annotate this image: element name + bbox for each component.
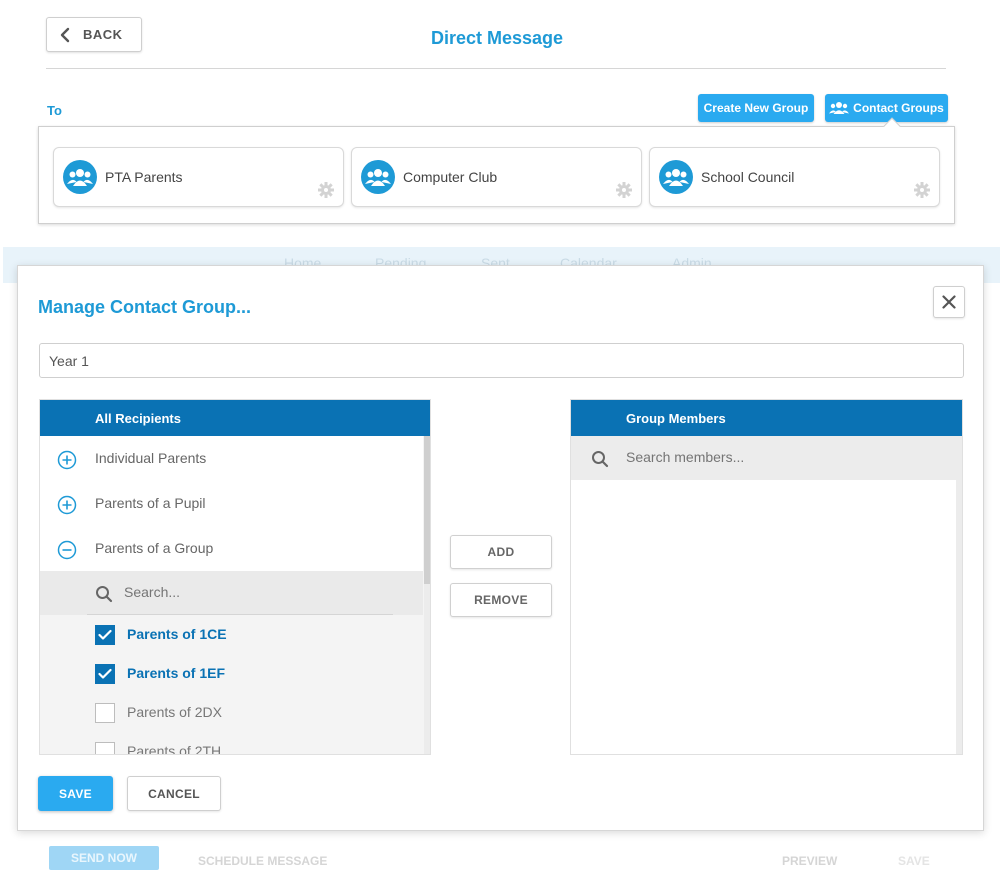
cancel-button[interactable]: CANCEL — [127, 776, 221, 811]
gear-icon[interactable] — [615, 181, 633, 199]
group-search-input[interactable] — [124, 584, 384, 600]
users-icon — [361, 160, 395, 194]
members-scrollbar-track[interactable] — [956, 480, 962, 754]
tree-item-label: Parents of a Pupil — [95, 495, 206, 511]
group-option-label: Parents of 1CE — [127, 626, 227, 642]
group-option-2dx[interactable]: Parents of 2DX — [40, 693, 423, 732]
save-button[interactable]: SAVE — [38, 776, 113, 811]
checkbox-checked[interactable] — [95, 664, 115, 684]
send-now-button[interactable]: SEND NOW — [49, 846, 159, 870]
checkbox-unchecked[interactable] — [95, 742, 115, 754]
search-icon — [592, 451, 609, 468]
group-members-header: Group Members — [571, 400, 962, 436]
schedule-message-button[interactable]: SCHEDULE MESSAGE — [198, 854, 327, 868]
group-card-pta-parents[interactable]: PTA Parents — [53, 147, 344, 207]
to-label: To — [47, 103, 62, 118]
group-card-label: PTA Parents — [105, 169, 183, 185]
group-option-label: Parents of 1EF — [127, 665, 226, 681]
manage-contact-group-modal: Manage Contact Group... All Recipients I… — [17, 265, 984, 831]
checkbox-unchecked[interactable] — [95, 703, 115, 723]
users-icon — [659, 160, 693, 194]
collapse-minus-icon[interactable] — [57, 540, 77, 560]
save-message-button[interactable]: SAVE — [898, 854, 930, 868]
preview-button[interactable]: PREVIEW — [782, 854, 837, 868]
page-title: Direct Message — [430, 28, 564, 48]
check-icon — [98, 629, 112, 640]
expand-plus-icon[interactable] — [57, 450, 77, 470]
header-divider — [46, 68, 946, 69]
group-search-bar — [40, 571, 423, 615]
close-icon — [942, 295, 956, 309]
background-action-bar: SEND NOW SCHEDULE MESSAGE PREVIEW SAVE — [0, 832, 1000, 870]
gear-icon[interactable] — [913, 181, 931, 199]
remove-button[interactable]: REMOVE — [450, 583, 552, 617]
tree-item-parents-of-a-group[interactable]: Parents of a Group — [40, 526, 423, 571]
modal-title: Manage Contact Group... — [38, 297, 252, 317]
create-new-group-button[interactable]: Create New Group — [698, 94, 814, 122]
members-search-bar — [571, 436, 962, 480]
recipients-scrollbar-thumb[interactable] — [424, 436, 430, 584]
group-card-computer-club[interactable]: Computer Club — [351, 147, 642, 207]
group-name-input[interactable] — [39, 343, 964, 378]
gear-icon[interactable] — [317, 181, 335, 199]
group-option-label: Parents of 2DX — [127, 704, 222, 720]
tree-item-individual-parents[interactable]: Individual Parents — [40, 436, 423, 481]
checkbox-checked[interactable] — [95, 625, 115, 645]
add-button[interactable]: ADD — [450, 535, 552, 569]
members-list — [571, 480, 956, 754]
group-card-school-council[interactable]: School Council — [649, 147, 940, 207]
contact-groups-label: Contact Groups — [853, 101, 944, 115]
group-option-2th[interactable]: Parents of 2TH — [40, 732, 423, 755]
users-icon — [829, 102, 850, 114]
all-recipients-header: All Recipients — [40, 400, 430, 436]
users-icon — [63, 160, 97, 194]
check-icon — [98, 668, 112, 679]
contact-groups-button[interactable]: Contact Groups — [825, 94, 948, 122]
group-card-label: School Council — [701, 169, 795, 185]
expand-plus-icon[interactable] — [57, 495, 77, 515]
group-option-1ef[interactable]: Parents of 1EF — [40, 654, 423, 693]
tree-item-label: Individual Parents — [95, 450, 207, 466]
tree-item-parents-of-a-pupil[interactable]: Parents of a Pupil — [40, 481, 423, 526]
group-members-panel: Group Members — [570, 399, 963, 755]
group-card-label: Computer Club — [403, 169, 498, 185]
search-icon — [96, 586, 113, 603]
group-option-1ce[interactable]: Parents of 1CE — [40, 615, 423, 654]
group-option-label: Parents of 2TH — [127, 743, 222, 755]
all-recipients-panel: All Recipients Individual Parents Parent… — [39, 399, 431, 755]
close-button[interactable] — [933, 286, 965, 318]
members-search-input[interactable] — [626, 449, 926, 465]
selected-groups-panel: PTA Parents Computer Club School Council — [38, 126, 955, 224]
tree-item-label: Parents of a Group — [95, 540, 214, 556]
